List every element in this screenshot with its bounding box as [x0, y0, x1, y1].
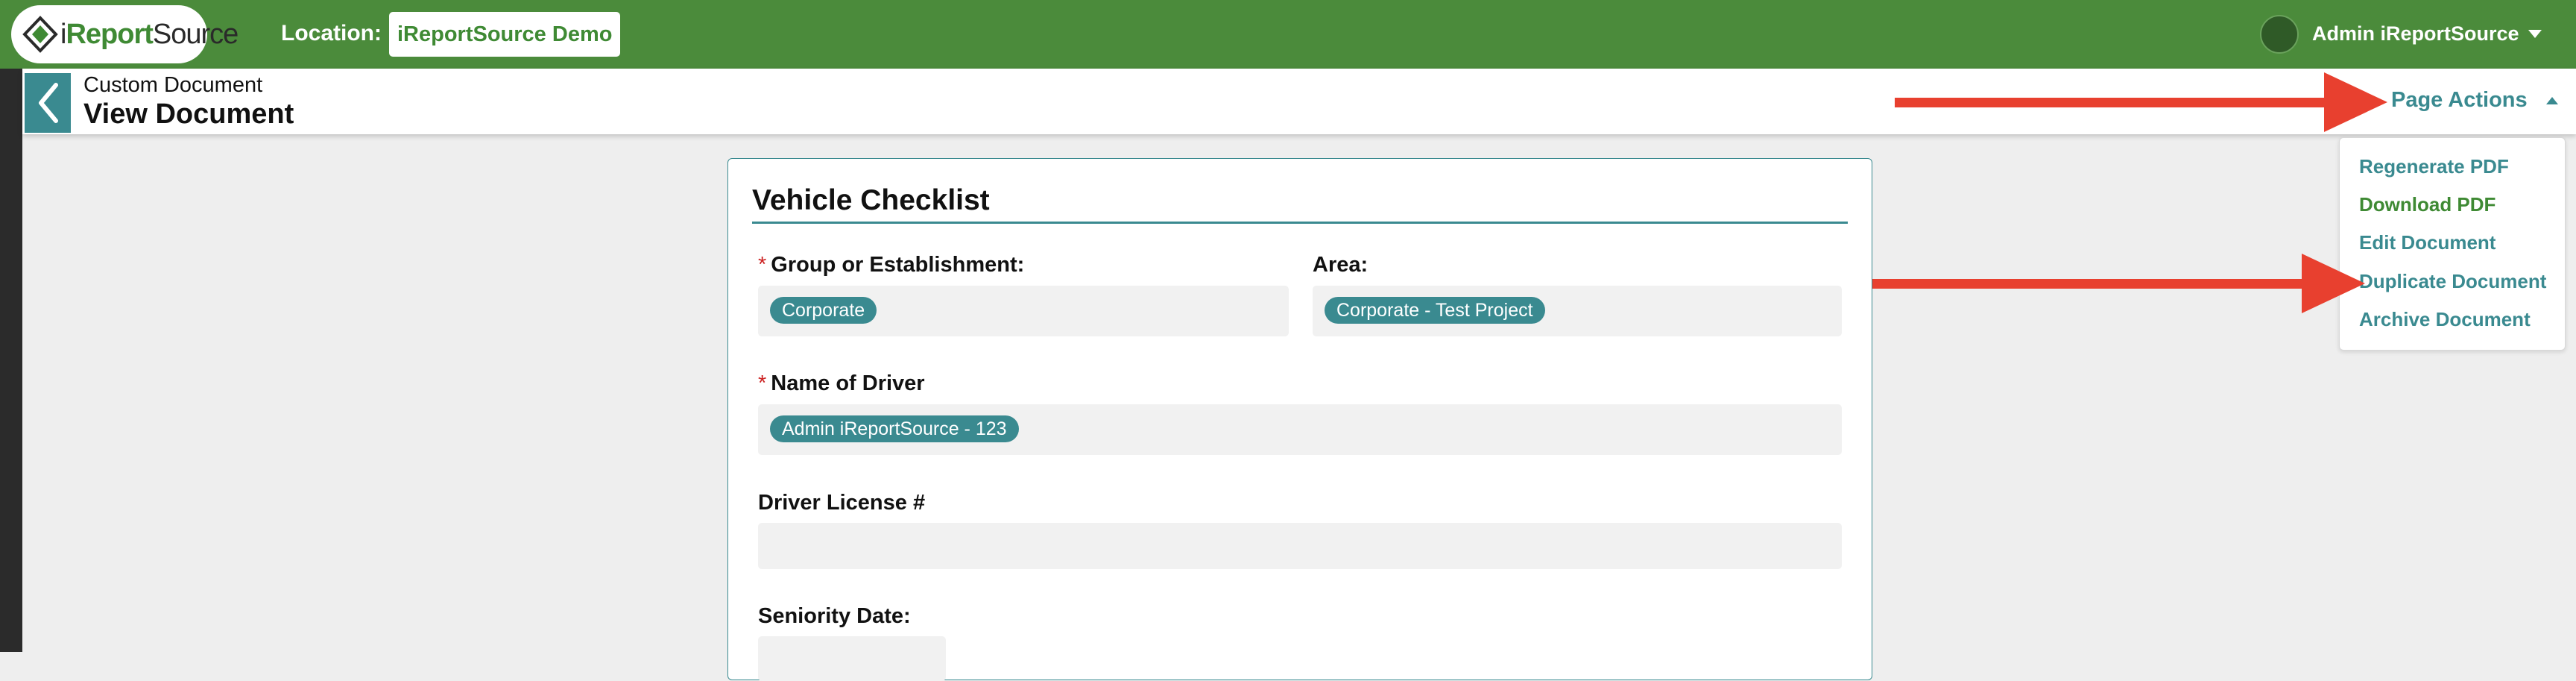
group-value-chip[interactable]: Corporate — [770, 297, 877, 324]
page-actions-menu: Regenerate PDF Download PDF Edit Documen… — [2339, 137, 2566, 351]
license-field-label: Driver License # — [758, 491, 926, 515]
seniority-field-label: Seniority Date: — [758, 604, 911, 628]
area-field-label: Area: — [1313, 253, 1368, 277]
title-divider — [752, 222, 1848, 224]
required-marker: * — [758, 371, 767, 395]
page-title: View Document — [83, 98, 294, 130]
group-field-label: * Group or Establishment: — [758, 253, 1025, 277]
driver-field[interactable]: Admin iReportSource - 123 — [758, 404, 1842, 455]
area-field[interactable]: Corporate - Test Project — [1313, 286, 1842, 336]
menu-item-duplicate-document[interactable]: Duplicate Document — [2359, 270, 2546, 293]
driver-field-label: * Name of Driver — [758, 371, 925, 395]
menu-item-edit-document[interactable]: Edit Document — [2359, 231, 2496, 254]
user-menu-name[interactable]: Admin iReportSource — [2312, 22, 2519, 45]
location-selector[interactable]: iReportSource Demo — [389, 12, 621, 57]
chevron-left-icon — [39, 83, 58, 123]
menu-item-archive-document[interactable]: Archive Document — [2359, 308, 2531, 331]
user-menu-caret-icon[interactable] — [2528, 30, 2542, 38]
seniority-date-field[interactable] — [758, 636, 946, 681]
area-value-chip[interactable]: Corporate - Test Project — [1325, 297, 1545, 324]
logo-wordmark: iReportSource — [60, 18, 239, 50]
logo-diamond-icon — [22, 16, 59, 53]
annotation-arrow-2-shaft — [1865, 279, 2305, 289]
caret-up-icon[interactable] — [2546, 97, 2558, 104]
group-field[interactable]: Corporate — [758, 286, 1289, 336]
top-navigation-bar: iReportSource Location: iReportSource De… — [0, 0, 2576, 69]
user-avatar[interactable] — [2260, 15, 2299, 54]
annotation-arrow-2-head — [2302, 254, 2365, 313]
page-actions-button[interactable]: Page Actions — [2391, 88, 2528, 113]
back-button[interactable] — [25, 73, 71, 133]
annotation-arrow-1-shaft — [1895, 98, 2327, 107]
required-marker: * — [758, 253, 767, 277]
annotation-arrow-1-head — [2324, 72, 2387, 132]
driver-value-chip[interactable]: Admin iReportSource - 123 — [770, 415, 1019, 442]
location-label: Location: — [281, 21, 382, 45]
form-title: Vehicle Checklist — [752, 184, 990, 216]
license-field[interactable] — [758, 523, 1842, 569]
menu-item-download-pdf[interactable]: Download PDF — [2359, 193, 2496, 216]
breadcrumb-section: Custom Document — [83, 73, 263, 97]
menu-item-regenerate-pdf[interactable]: Regenerate PDF — [2359, 155, 2509, 178]
vehicle-checklist-card: Vehicle Checklist * Group or Establishmen… — [727, 158, 1872, 681]
app-logo[interactable]: iReportSource — [11, 5, 239, 63]
left-edge-strip — [0, 69, 22, 652]
